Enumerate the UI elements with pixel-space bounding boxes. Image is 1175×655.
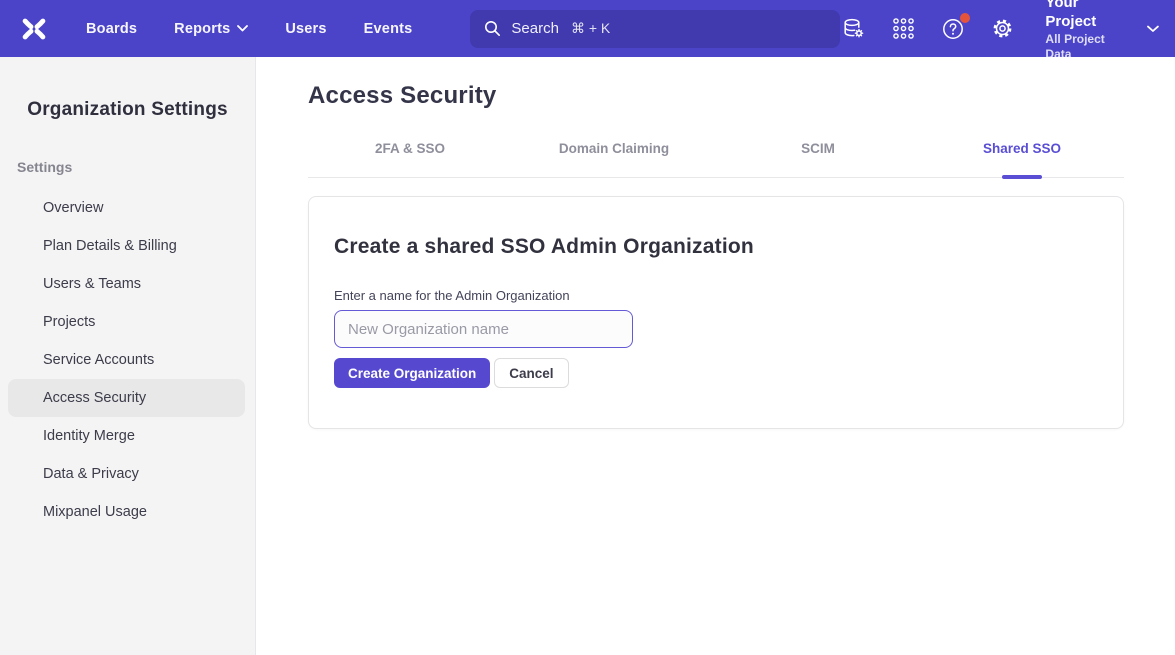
tab-domain-claiming[interactable]: Domain Claiming	[512, 141, 716, 177]
tab-shared-sso[interactable]: Shared SSO	[920, 141, 1124, 177]
tab-label: Shared SSO	[983, 141, 1061, 156]
help-icon[interactable]	[940, 16, 966, 42]
nav-reports-label: Reports	[174, 21, 230, 37]
sidebar-item-label: Service Accounts	[43, 352, 154, 368]
chevron-down-icon	[1147, 25, 1159, 33]
tab-label: Domain Claiming	[559, 141, 669, 156]
sidebar-item-data-privacy[interactable]: Data & Privacy	[8, 455, 245, 493]
primary-nav: Boards Reports Users Events	[86, 21, 412, 37]
sidebar-item-label: Access Security	[43, 390, 146, 406]
search-input[interactable]: Search ⌘ + K	[470, 10, 840, 48]
sidebar-item-label: Plan Details & Billing	[43, 238, 177, 254]
project-labels: Your Project All Project Data	[1045, 0, 1133, 63]
nav-boards[interactable]: Boards	[86, 21, 137, 37]
nav-reports[interactable]: Reports	[174, 21, 248, 37]
nav-right-cluster: Your Project All Project Data	[840, 0, 1159, 63]
sidebar-item-label: Identity Merge	[43, 428, 135, 444]
sidebar-item-service-accounts[interactable]: Service Accounts	[8, 341, 245, 379]
org-name-field-label: Enter a name for the Admin Organization	[334, 288, 1098, 303]
sidebar-item-users-teams[interactable]: Users & Teams	[8, 265, 245, 303]
sidebar-item-identity-merge[interactable]: Identity Merge	[8, 417, 245, 455]
tab-2fa-sso[interactable]: 2FA & SSO	[308, 141, 512, 177]
sidebar-item-label: Projects	[43, 314, 95, 330]
settings-sidebar: Organization Settings Settings Overview …	[0, 57, 256, 655]
sidebar-item-label: Users & Teams	[43, 276, 141, 292]
card-actions: Create Organization Cancel	[334, 358, 1098, 388]
search-placeholder: Search	[511, 20, 559, 37]
top-navigation-bar: Boards Reports Users Events Search ⌘ + K	[0, 0, 1175, 57]
chevron-down-icon	[237, 25, 248, 32]
sidebar-title: Organization Settings	[0, 99, 255, 121]
sidebar-item-mixpanel-usage[interactable]: Mixpanel Usage	[8, 493, 245, 531]
settings-gear-icon[interactable]	[990, 16, 1016, 42]
search-icon	[484, 20, 501, 37]
sidebar-item-label: Overview	[43, 200, 103, 216]
nav-events[interactable]: Events	[364, 21, 413, 37]
mixpanel-logo[interactable]	[18, 13, 50, 45]
mixpanel-logo-icon	[19, 14, 49, 44]
nav-users[interactable]: Users	[285, 21, 326, 37]
apps-grid-icon[interactable]	[890, 16, 916, 42]
create-shared-sso-card: Create a shared SSO Admin Organization E…	[308, 196, 1124, 429]
sidebar-item-projects[interactable]: Projects	[8, 303, 245, 341]
project-selector[interactable]: Your Project All Project Data	[1045, 0, 1159, 63]
notification-dot	[960, 13, 970, 23]
sidebar-item-overview[interactable]: Overview	[8, 189, 245, 227]
sidebar-item-plan-details-billing[interactable]: Plan Details & Billing	[8, 227, 245, 265]
sidebar-item-access-security[interactable]: Access Security	[8, 379, 245, 417]
project-name: Your Project	[1045, 0, 1133, 32]
cancel-button[interactable]: Cancel	[494, 358, 568, 388]
sidebar-nav-list: Overview Plan Details & Billing Users & …	[0, 189, 255, 531]
tab-label: SCIM	[801, 141, 835, 156]
create-organization-button[interactable]: Create Organization	[334, 358, 490, 388]
card-title: Create a shared SSO Admin Organization	[334, 235, 1098, 259]
sidebar-item-label: Data & Privacy	[43, 466, 139, 482]
page-title: Access Security	[308, 82, 1124, 110]
org-name-input[interactable]	[334, 310, 633, 348]
main-content: Access Security 2FA & SSO Domain Claimin…	[257, 57, 1175, 655]
sidebar-item-label: Mixpanel Usage	[43, 504, 147, 520]
data-management-icon[interactable]	[840, 16, 866, 42]
active-tab-underline	[1002, 175, 1042, 179]
tab-scim[interactable]: SCIM	[716, 141, 920, 177]
search-shortcut: ⌘ + K	[571, 20, 610, 37]
sidebar-section-label: Settings	[17, 159, 255, 175]
tab-label: 2FA & SSO	[375, 141, 445, 156]
access-security-tabs: 2FA & SSO Domain Claiming SCIM Shared SS…	[308, 141, 1124, 178]
